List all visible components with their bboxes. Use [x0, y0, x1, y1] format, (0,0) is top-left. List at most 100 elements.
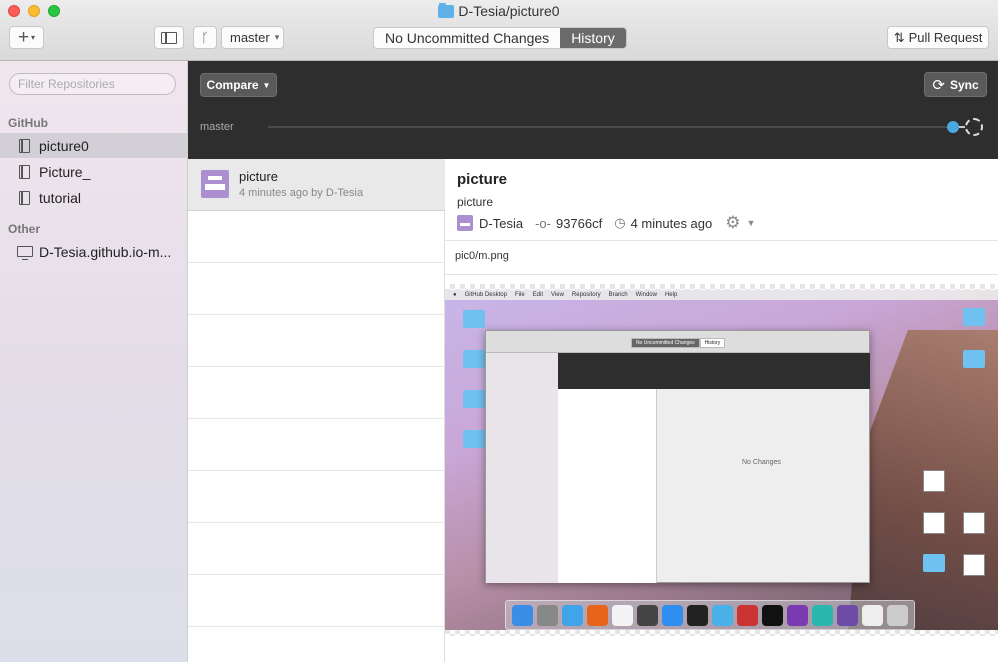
preview-window-sidebar — [486, 353, 558, 583]
preview-tab: No Uncommitted Changes — [631, 338, 700, 348]
preview-window-list — [558, 389, 657, 583]
preview-desktop-folder-icon — [963, 308, 985, 326]
clock-icon: ◷ — [614, 215, 626, 230]
gear-icon[interactable]: ⚙ — [725, 213, 740, 233]
filter-repositories-input[interactable]: Filter Repositories — [9, 73, 176, 95]
commit-list: picture 4 minutes ago by D-Tesia — [188, 159, 445, 662]
empty-row — [188, 367, 445, 419]
empty-row — [188, 471, 445, 523]
timeline-commit-dot[interactable] — [947, 121, 959, 133]
window-title: D-Tesia/picture0 — [0, 2, 998, 19]
preview-dock-launchpad-icon — [537, 604, 558, 626]
sidebar-item-label: picture0 — [39, 137, 89, 154]
sidebar-item-picture0[interactable]: picture0 — [0, 133, 187, 158]
sidebar-item-label: tutorial — [39, 189, 82, 206]
preview-menu-item: Branch — [608, 292, 628, 298]
empty-row — [188, 523, 445, 575]
list-item[interactable]: picture 4 minutes ago by D-Tesia — [188, 159, 445, 211]
sync-icon: ⟳ — [932, 76, 945, 94]
sidebar-item-picture[interactable]: Picture_ — [0, 159, 187, 184]
timeline-track — [268, 126, 953, 128]
preview-desktop-file-icon — [963, 512, 985, 534]
changed-file-path[interactable]: pic0/m.png — [455, 250, 509, 262]
preview-desktop-folder-icon — [923, 554, 945, 572]
plus-icon: + — [17, 27, 30, 48]
commit-time: 4 minutes ago — [630, 215, 713, 231]
avatar — [201, 170, 229, 198]
tab-uncommitted-changes[interactable]: No Uncommitted Changes — [374, 28, 560, 48]
preview-desktop-file-icon — [963, 554, 985, 576]
pull-request-button[interactable]: ⇅ Pull Request — [887, 26, 989, 49]
commit-detail-meta: D-Tesia -o- 93766cf ◷ 4 minutes ago ⚙ ▼ — [457, 213, 756, 233]
preview-dock-onenote-icon — [787, 604, 808, 626]
chevron-down-icon: ▼ — [262, 80, 271, 90]
preview-desktop-folder-icon — [463, 390, 485, 408]
empty-row — [188, 315, 445, 367]
preview-menu-item: Repository — [571, 292, 601, 298]
preview-desktop: ● GitHub Desktop File Edit View Reposito… — [445, 290, 998, 630]
preview-menu-item: Edit — [532, 292, 543, 298]
preview-window-header — [558, 353, 870, 389]
preview-tab: History — [699, 338, 726, 348]
preview-menu-item: View — [551, 292, 564, 298]
tab-history[interactable]: History — [560, 28, 626, 48]
chevron-down-icon: ▾ — [31, 33, 36, 42]
preview-window-toolbar: No Uncommitted Changes History — [486, 331, 869, 353]
window-title-text: D-Tesia/picture0 — [458, 3, 560, 19]
preview-dock-firefox-icon — [587, 604, 608, 626]
preview-dock-calendar-icon — [612, 604, 633, 626]
sync-button[interactable]: ⟳ Sync — [924, 72, 987, 97]
toggle-sidebar-button[interactable] — [154, 26, 184, 49]
timeline-uncommitted-ring[interactable] — [965, 118, 983, 136]
compare-label: Compare — [206, 78, 259, 92]
preview-desktop-file-icon — [923, 512, 945, 534]
empty-row — [188, 263, 445, 315]
empty-row — [188, 575, 445, 627]
divider — [445, 274, 998, 275]
preview-dock-app-icon — [637, 604, 658, 626]
sync-label: Sync — [949, 77, 979, 92]
repo-icon — [19, 190, 30, 205]
chevron-down-icon[interactable]: ▼ — [747, 218, 756, 228]
empty-row — [188, 419, 445, 471]
repo-icon — [19, 164, 30, 179]
preview-menu-item: Help — [664, 292, 678, 298]
preview-dock-xcode-icon — [712, 604, 733, 626]
repository-sidebar: Filter Repositories GitHub picture0 Pict… — [0, 61, 188, 662]
avatar — [457, 215, 473, 231]
branch-icon: ᚴ — [201, 30, 209, 45]
pull-request-icon: ⇅ — [893, 29, 905, 45]
compare-button[interactable]: Compare ▼ — [200, 73, 277, 97]
add-repository-button[interactable]: + ▾ — [9, 26, 44, 49]
preview-dock-app-icon — [862, 604, 883, 626]
view-tabs: No Uncommitted Changes History — [373, 27, 627, 49]
preview-dock-finder-icon — [512, 604, 533, 626]
preview-desktop-folder-icon — [963, 350, 985, 368]
commit-icon: -o- — [535, 215, 551, 231]
preview-menu-item: GitHub Desktop — [464, 292, 507, 298]
preview-desktop-folder-icon — [463, 350, 485, 368]
preview-no-changes-text: No Changes — [742, 459, 781, 466]
commit-detail: picture picture D-Tesia -o- 93766cf ◷ 4 … — [445, 159, 998, 662]
branch-selector[interactable]: master ▾ — [221, 26, 284, 49]
commit-sha[interactable]: 93766cf — [556, 216, 602, 231]
folder-icon — [438, 2, 455, 18]
empty-row — [188, 211, 445, 263]
title-bar: D-Tesia/picture0 + ▾ ᚴ master ▾ No Uncom… — [0, 0, 998, 61]
branch-header: Compare ▼ ⟳ Sync master — [188, 61, 998, 159]
image-preview: ● GitHub Desktop File Edit View Reposito… — [445, 284, 998, 636]
commit-detail-description: picture — [457, 195, 494, 209]
preview-dock-qq-icon — [687, 604, 708, 626]
chevron-down-icon: ▾ — [274, 32, 280, 42]
commit-author: D-Tesia — [479, 215, 524, 231]
preview-dock-trash-icon — [887, 604, 908, 626]
sidebar-item-d-tesia-github-io[interactable]: D-Tesia.github.io-m... — [0, 239, 187, 264]
preview-menubar: ● GitHub Desktop File Edit View Reposito… — [445, 290, 998, 300]
monitor-icon — [17, 246, 33, 260]
repo-icon — [19, 138, 30, 153]
commit-title: picture — [239, 169, 279, 184]
preview-dock-appstore-icon — [662, 604, 683, 626]
group-label-github: GitHub — [8, 116, 48, 130]
create-branch-button[interactable]: ᚴ — [193, 26, 217, 49]
sidebar-item-tutorial[interactable]: tutorial — [0, 185, 187, 210]
